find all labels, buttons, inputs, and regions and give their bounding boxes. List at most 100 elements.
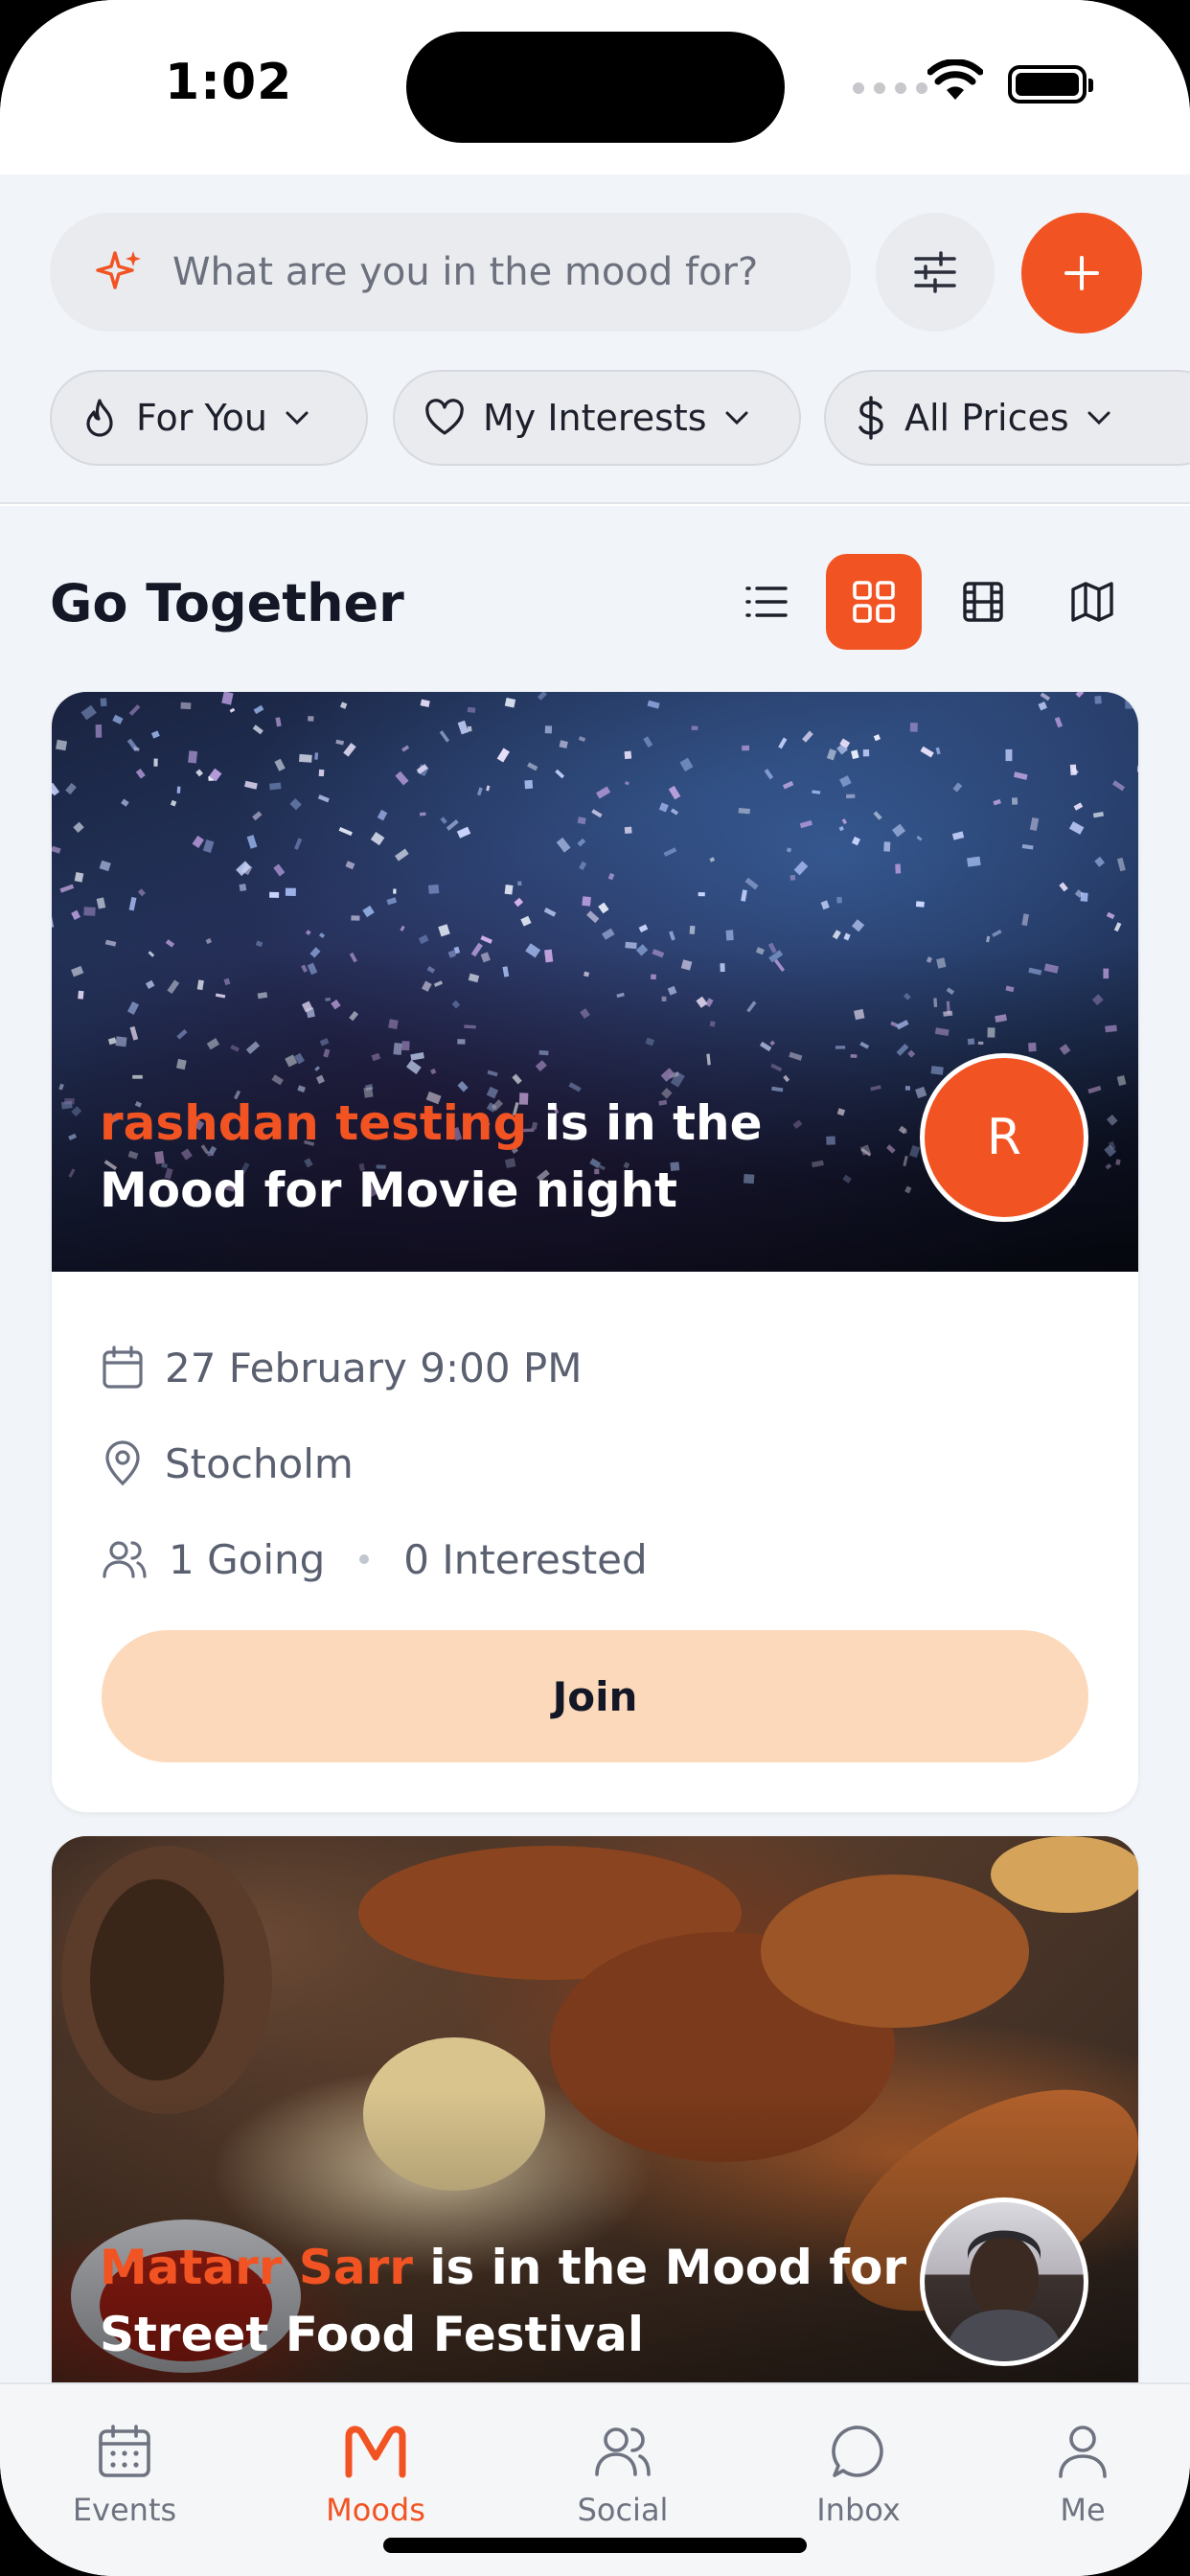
confetti-piece [1094, 856, 1105, 867]
confetti-piece [112, 714, 124, 724]
tab-label: Inbox [816, 2492, 901, 2528]
confetti-piece [555, 769, 565, 779]
confetti-piece [935, 747, 941, 755]
card-attendance-row: 1 Going 0 Interested [102, 1511, 1088, 1607]
confetti-piece [438, 924, 450, 937]
confetti-piece [725, 930, 734, 941]
card-user-name[interactable]: rashdan testing [100, 1095, 527, 1151]
filter-chip-all-prices[interactable]: All Prices [824, 370, 1190, 466]
mood-card[interactable]: rashdan testing is in the Mood for Movie… [52, 692, 1138, 1812]
add-mood-button[interactable] [1021, 213, 1142, 334]
filter-settings-button[interactable] [876, 213, 995, 332]
confetti-piece [74, 871, 84, 883]
confetti-piece [252, 724, 263, 735]
confetti-piece [420, 699, 430, 707]
confetti-piece [689, 925, 696, 934]
confetti-piece [915, 901, 925, 908]
confetti-piece [294, 838, 303, 850]
tab-me[interactable]: Me [1006, 2423, 1159, 2528]
confetti-piece [579, 861, 587, 871]
chevron-down-icon [286, 411, 309, 426]
confetti-piece [1136, 765, 1138, 773]
home-indicator [383, 2538, 807, 2553]
filter-chip-for-you[interactable]: For You [50, 370, 368, 466]
confetti-piece [377, 809, 388, 821]
tab-social[interactable]: Social [546, 2423, 699, 2528]
users-icon [103, 1541, 147, 1578]
join-button[interactable]: Join [102, 1630, 1088, 1762]
status-bar: 1:02 [0, 0, 1190, 174]
grid-view-button[interactable] [826, 554, 922, 650]
confetti-piece [647, 700, 660, 709]
confetti-piece [663, 847, 677, 857]
status-time: 1:02 [165, 54, 293, 111]
confetti-piece [738, 808, 750, 815]
grid-icon [853, 581, 895, 623]
avatar[interactable]: R [920, 1053, 1088, 1222]
card-details: 27 February 9:00 PM Stocholm 1 Going 0 I… [52, 1272, 1138, 1812]
confetti-piece [73, 821, 84, 833]
confetti-piece [670, 808, 679, 816]
confetti-piece [504, 885, 514, 895]
confetti-piece [496, 748, 510, 763]
confetti-piece [188, 750, 198, 764]
confetti-piece [345, 861, 355, 870]
confetti-piece [851, 919, 865, 932]
confetti-piece [1029, 816, 1040, 831]
map-icon [1071, 582, 1113, 622]
confetti-piece [1106, 911, 1115, 920]
confetti-piece [252, 811, 263, 821]
confetti-piece [362, 905, 375, 918]
film-view-button[interactable] [935, 554, 1031, 650]
confetti-piece [873, 811, 882, 820]
confetti-piece [832, 930, 841, 940]
confetti-piece [343, 743, 356, 757]
confetti-piece [1021, 843, 1034, 850]
confetti-piece [669, 931, 675, 941]
confetti-piece [544, 725, 553, 734]
confetti-piece [239, 884, 247, 892]
confetti-piece [440, 816, 447, 824]
confetti-piece [135, 769, 146, 779]
tab-events[interactable]: Events [48, 2423, 201, 2528]
avatar-initial: R [986, 1109, 1022, 1166]
search-input[interactable] [172, 250, 824, 294]
tab-moods[interactable]: Moods [299, 2423, 452, 2528]
confetti-piece [916, 835, 923, 841]
confetti-piece [1075, 692, 1085, 699]
confetti-piece [895, 863, 902, 874]
confetti-piece [839, 775, 852, 788]
feed[interactable]: Go Together rashdan testing is in the Mo… [0, 506, 1190, 2382]
map-view-button[interactable] [1044, 554, 1140, 650]
confetti-piece [52, 845, 61, 854]
mood-card[interactable]: Matarr Sarr is in the Mood for Street Fo… [52, 1836, 1138, 2382]
confetti-piece [52, 916, 55, 929]
confetti-piece [400, 925, 405, 932]
avatar[interactable] [920, 2197, 1088, 2366]
confetti-piece [596, 786, 611, 799]
confetti-piece [790, 874, 796, 881]
list-view-button[interactable] [719, 554, 814, 650]
confetti-piece [56, 739, 68, 751]
confetti-piece [246, 835, 258, 849]
going-count: 1 Going [169, 1535, 326, 1583]
confetti-piece [920, 746, 934, 758]
tab-inbox[interactable]: Inbox [782, 2423, 935, 2528]
confetti-piece [319, 932, 326, 938]
sparkle-icon [96, 251, 141, 289]
battery-icon [1008, 65, 1093, 104]
filter-chip-my-interests[interactable]: My Interests [393, 370, 801, 466]
confetti-piece [1116, 857, 1126, 872]
confetti-piece [782, 780, 794, 790]
confetti-piece [1111, 780, 1126, 792]
confetti-piece [952, 782, 963, 793]
card-user-name[interactable]: Matarr Sarr [100, 2240, 413, 2295]
confetti-piece [195, 769, 203, 777]
confetti-piece [1038, 701, 1047, 711]
search-bar[interactable] [50, 213, 851, 332]
confetti-piece [668, 785, 681, 800]
confetti-piece [314, 752, 319, 760]
confetti-piece [446, 819, 459, 831]
card-location-row: Stocholm [102, 1415, 1088, 1511]
confetti-piece [335, 739, 345, 746]
